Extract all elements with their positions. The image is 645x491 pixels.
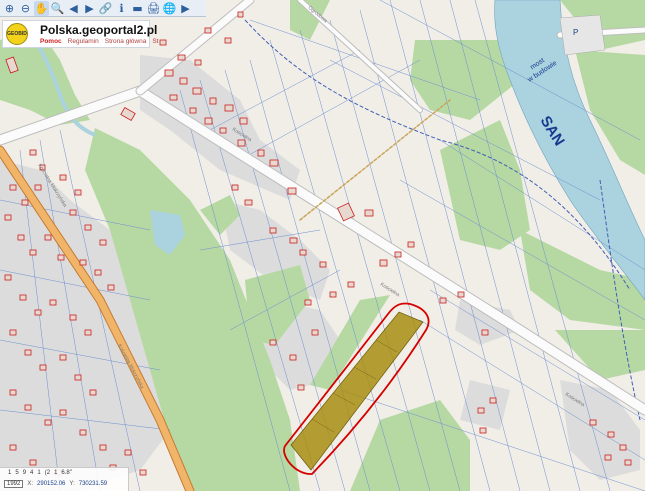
next-view-icon[interactable]: ▶ bbox=[82, 1, 97, 16]
x-coordinate-label: X: bbox=[27, 481, 34, 487]
y-coordinate-label: Y: bbox=[69, 481, 75, 487]
print-icon[interactable]: 🖨 bbox=[146, 1, 161, 16]
parking-label: P bbox=[573, 28, 578, 37]
y-coordinate-value: 730231.59 bbox=[78, 481, 108, 487]
status-bar: 1 5 9 4 1 (2 1 6.8" 1992 X: 290152.06 Y:… bbox=[0, 467, 129, 491]
map-canvas[interactable]: P SAN most w budowie Kościelna Kościelna… bbox=[0, 0, 645, 491]
scale-value: 1992 bbox=[4, 480, 24, 488]
zoom-level-button[interactable]: 5 bbox=[15, 470, 18, 476]
zoom-level-button[interactable]: 6.8" bbox=[61, 470, 71, 476]
zoom-level-button[interactable]: (2 bbox=[45, 470, 50, 476]
previous-view-icon[interactable]: ◀ bbox=[66, 1, 81, 16]
parking-area: P bbox=[559, 14, 606, 56]
zoom-level-button[interactable]: 1 bbox=[54, 470, 57, 476]
geobid-logo[interactable]: GEOBID bbox=[6, 23, 28, 45]
home-link[interactable]: Strona główna bbox=[105, 38, 147, 45]
more-link[interactable]: St bbox=[152, 38, 158, 45]
regulations-link[interactable]: Regulamin bbox=[68, 38, 99, 45]
pan-hand-icon[interactable]: ✋ bbox=[34, 0, 49, 16]
zoom-level-button[interactable]: 1 bbox=[37, 470, 40, 476]
video-icon[interactable]: ▶ bbox=[178, 1, 193, 16]
zoom-level-button[interactable]: 1 bbox=[8, 470, 11, 476]
coordinates-readout: 1992 X: 290152.06 Y: 730231.59 bbox=[4, 480, 107, 488]
brand-links: Pomoc Regulamin Strona główna St bbox=[40, 38, 158, 45]
map-toolbar: ⊕ ⊖ ✋ 🔍 ◀ ▶ 🔗 ℹ ▬ 🖨 🌐 ▶ bbox=[0, 0, 206, 17]
site-title[interactable]: Polska.geoportal2.pl bbox=[40, 23, 157, 37]
brand-panel: GEOBID Polska.geoportal2.pl Pomoc Regula… bbox=[2, 20, 158, 48]
info-icon[interactable]: ℹ bbox=[114, 1, 129, 16]
zoom-level-button[interactable]: 4 bbox=[30, 470, 33, 476]
magnifier-icon[interactable]: 🔍 bbox=[50, 1, 65, 16]
zoom-level-buttons: 1 5 9 4 1 (2 1 6.8" bbox=[8, 470, 72, 476]
zoom-in-icon[interactable]: ⊕ bbox=[2, 1, 17, 16]
link-icon[interactable]: 🔗 bbox=[98, 1, 113, 16]
help-link[interactable]: Pomoc bbox=[40, 38, 62, 45]
measure-icon[interactable]: ▬ bbox=[130, 1, 145, 16]
globe-icon[interactable]: 🌐 bbox=[162, 1, 177, 16]
zoom-out-icon[interactable]: ⊖ bbox=[18, 1, 33, 16]
zoom-level-button[interactable]: 9 bbox=[23, 470, 26, 476]
x-coordinate-value: 290152.06 bbox=[37, 481, 66, 487]
